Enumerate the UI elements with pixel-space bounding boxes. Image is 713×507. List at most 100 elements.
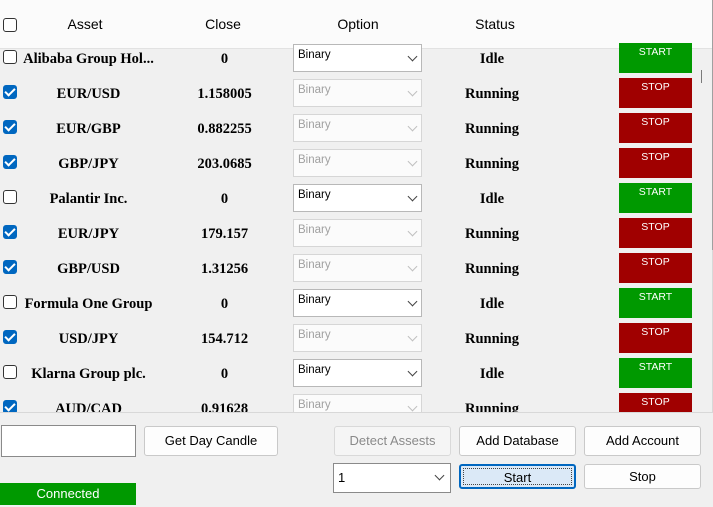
status-text: Running (464, 226, 519, 242)
option-select[interactable]: Binary (293, 254, 422, 282)
option-select[interactable]: Binary (293, 79, 422, 107)
status-text: Running (464, 121, 519, 137)
row-stop-button[interactable]: STOP (619, 148, 692, 178)
row-start-button[interactable]: START (619, 358, 692, 388)
chevron-down-icon (407, 296, 418, 307)
close-value: 0 (220, 366, 229, 382)
row-checkbox[interactable] (3, 85, 17, 99)
option-select[interactable]: Binary (293, 149, 422, 177)
scrollbar-thumb[interactable] (701, 70, 702, 83)
asset-name: GBP/JPY (58, 156, 119, 172)
asset-name: EUR/GBP (56, 121, 121, 137)
status-text: Idle (479, 191, 505, 207)
status-text: Running (464, 331, 519, 347)
asset-name: AUD/CAD (55, 401, 122, 413)
row-stop-button[interactable]: STOP (619, 253, 692, 283)
option-select-value: Binary (298, 294, 331, 306)
asset-name: Palantir Inc. (49, 191, 128, 207)
option-select-value: Binary (298, 364, 331, 376)
option-select-value: Binary (298, 49, 331, 61)
asset-name: Formula One Group (24, 296, 153, 312)
row-checkbox[interactable] (3, 295, 17, 309)
header-close[interactable]: Close (193, 16, 253, 32)
add-database-button[interactable]: Add Database (459, 426, 576, 456)
option-select[interactable]: Binary (293, 44, 422, 72)
option-select[interactable]: Binary (293, 289, 422, 317)
row-checkbox[interactable] (3, 400, 17, 412)
add-account-button[interactable]: Add Account (584, 426, 701, 456)
row-start-button[interactable]: START (619, 43, 692, 73)
status-text: Running (464, 401, 519, 413)
row-stop-button[interactable]: STOP (619, 78, 692, 108)
chevron-down-icon (407, 331, 418, 342)
get-day-candle-button[interactable]: Get Day Candle (144, 426, 278, 456)
symbol-input[interactable] (1, 425, 136, 457)
close-value: 0 (220, 191, 229, 207)
asset-table: Asset Close Option Status Alibaba Group … (0, 0, 713, 413)
chevron-down-icon (407, 226, 418, 237)
option-select[interactable]: Binary (293, 184, 422, 212)
asset-name: EUR/JPY (57, 226, 120, 242)
row-stop-button[interactable]: STOP (619, 218, 692, 248)
table-row: Alibaba Group Hol... 0 Binary Idle START (0, 43, 712, 79)
table-row: EUR/JPY 179.157 Binary Running STOP (0, 218, 712, 254)
option-select-value: Binary (298, 154, 331, 166)
stop-button[interactable]: Stop (584, 464, 701, 489)
row-stop-button[interactable]: STOP (619, 323, 692, 353)
asset-name: EUR/USD (56, 86, 121, 102)
row-stop-button[interactable]: STOP (619, 113, 692, 143)
header-status[interactable]: Status (460, 16, 530, 32)
row-checkbox[interactable] (3, 365, 17, 379)
chevron-down-icon (407, 86, 418, 97)
asset-name: USD/JPY (58, 331, 119, 347)
table-row: EUR/USD 1.158005 Binary Running STOP (0, 78, 712, 114)
table-row: Klarna Group plc. 0 Binary Idle START (0, 358, 712, 394)
chevron-down-icon (434, 470, 445, 481)
status-text: Idle (479, 51, 505, 67)
row-checkbox[interactable] (3, 120, 17, 134)
option-select[interactable]: Binary (293, 324, 422, 352)
close-value: 1.158005 (197, 86, 252, 102)
option-select[interactable]: Binary (293, 219, 422, 247)
table-header: Asset Close Option Status (0, 0, 712, 49)
close-value: 154.712 (200, 331, 249, 347)
close-value: 0 (220, 296, 229, 312)
header-option[interactable]: Option (323, 16, 393, 32)
option-select[interactable]: Binary (293, 359, 422, 387)
close-value: 0.91628 (200, 401, 249, 413)
asset-name: GBP/USD (57, 261, 120, 277)
option-select-value: Binary (298, 399, 331, 411)
start-button[interactable]: Start (459, 464, 576, 489)
row-stop-button[interactable]: STOP (619, 393, 692, 412)
option-select-value: Binary (298, 84, 331, 96)
chevron-down-icon (407, 121, 418, 132)
option-select[interactable]: Binary (293, 114, 422, 142)
chevron-down-icon (407, 51, 418, 62)
row-checkbox[interactable] (3, 260, 17, 274)
row-checkbox[interactable] (3, 155, 17, 169)
row-checkbox[interactable] (3, 50, 17, 64)
header-asset[interactable]: Asset (55, 16, 115, 32)
table-row: Palantir Inc. 0 Binary Idle START (0, 183, 712, 219)
select-all-checkbox[interactable] (3, 18, 17, 32)
count-select-value: 1 (338, 470, 346, 485)
row-checkbox[interactable] (3, 330, 17, 344)
count-select[interactable]: 1 (333, 463, 451, 493)
status-text: Idle (479, 366, 505, 382)
row-start-button[interactable]: START (619, 288, 692, 318)
row-checkbox[interactable] (3, 190, 17, 204)
status-text: Idle (479, 296, 505, 312)
option-select-value: Binary (298, 189, 331, 201)
option-select-value: Binary (298, 329, 331, 341)
status-text: Running (464, 156, 519, 172)
option-select-value: Binary (298, 224, 331, 236)
chevron-down-icon (407, 261, 418, 272)
asset-name: Klarna Group plc. (31, 366, 146, 382)
connection-status: Connected (0, 483, 136, 505)
row-start-button[interactable]: START (619, 183, 692, 213)
row-checkbox[interactable] (3, 225, 17, 239)
close-value: 179.157 (200, 226, 249, 242)
option-select-value: Binary (298, 119, 331, 131)
option-select[interactable]: Binary (293, 394, 422, 412)
detect-assets-button[interactable]: Detect Assests (334, 426, 451, 456)
